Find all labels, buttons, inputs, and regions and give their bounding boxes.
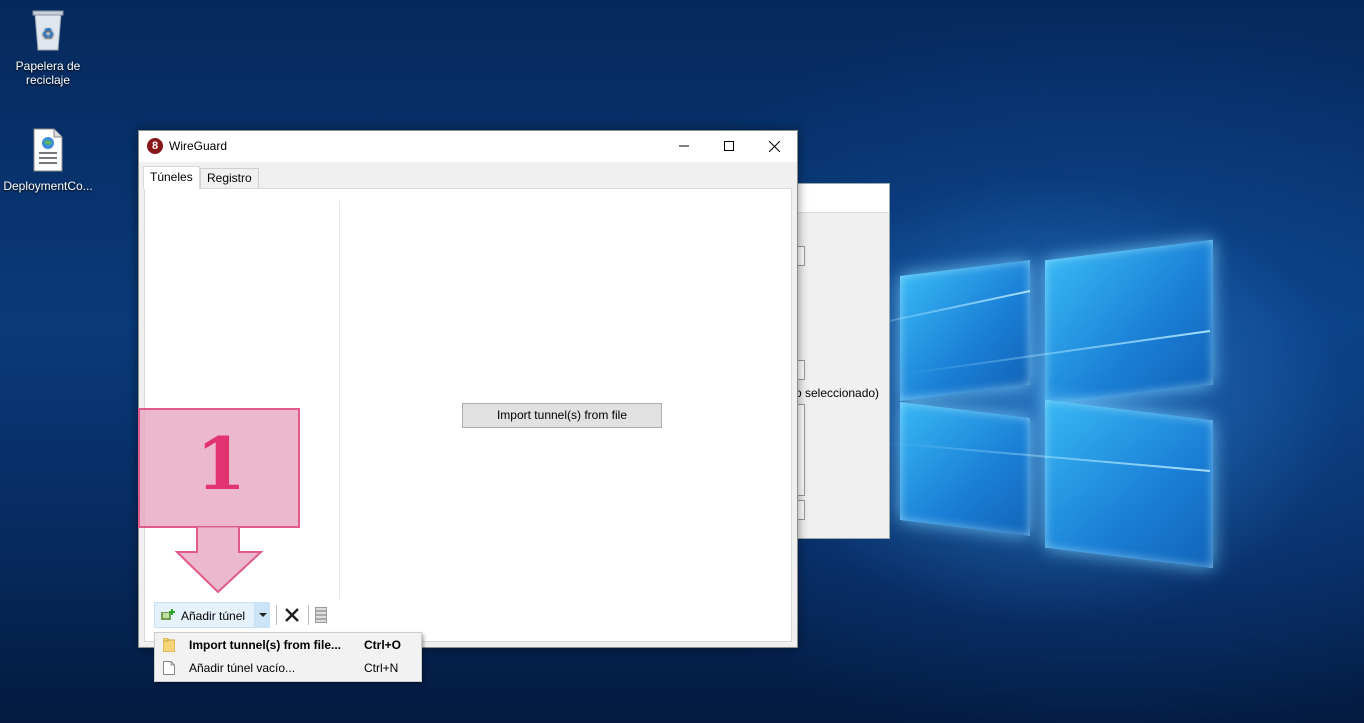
add-tunnel-dropdown-menu: Import tunnel(s) from file... Ctrl+O Aña… [154, 632, 422, 682]
menu-item-label: Import tunnel(s) from file... [189, 638, 341, 652]
toolbar-separator [308, 605, 309, 625]
document-icon [163, 661, 175, 675]
menu-item-shortcut: Ctrl+N [364, 661, 399, 675]
toolbar-separator [276, 605, 277, 625]
recycle-bin-label: Papelera de reciclaje [15, 59, 81, 87]
maximize-icon [724, 141, 734, 151]
xml-document-icon [0, 128, 96, 175]
x-icon [285, 608, 299, 622]
trash-icon: ♻ [0, 8, 96, 55]
delete-tunnel-button[interactable] [281, 604, 303, 626]
background-window-titlebar [791, 184, 889, 213]
tab-log[interactable]: Registro [200, 168, 259, 188]
deployment-file-icon[interactable]: DeploymentCo... [0, 128, 96, 193]
down-arrow-icon [175, 526, 264, 594]
add-tunnel-label: Añadir túnel [181, 609, 246, 623]
wireguard-logo-icon: 8 [147, 138, 163, 154]
close-button[interactable] [751, 131, 797, 161]
menu-item-label: Añadir túnel vacío... [189, 661, 296, 675]
minimize-icon [679, 145, 689, 147]
export-zip-button[interactable] [315, 607, 327, 623]
svg-text:♻: ♻ [42, 26, 55, 42]
close-icon [768, 140, 780, 152]
background-window-text: o seleccionado) [795, 386, 880, 400]
add-tunnel-button[interactable]: Añadir túnel [154, 602, 270, 628]
minimize-button[interactable] [661, 131, 707, 161]
background-window[interactable]: o seleccionado) [790, 183, 890, 539]
folder-icon [163, 638, 175, 652]
add-tunnel-icon [161, 609, 175, 620]
deployment-file-label: DeploymentCo... [3, 179, 93, 193]
add-tunnel-dropdown-button[interactable] [254, 602, 270, 628]
title-bar[interactable]: 8 WireGuard [139, 131, 797, 162]
tab-tunnels[interactable]: Túneles [143, 166, 200, 189]
menu-item-import-from-file[interactable]: Import tunnel(s) from file... Ctrl+O [155, 634, 421, 656]
step-annotation-box: 1 [138, 408, 300, 528]
import-tunnel-button[interactable]: Import tunnel(s) from file [462, 403, 662, 428]
menu-item-shortcut: Ctrl+O [364, 638, 402, 652]
menu-item-add-empty-tunnel[interactable]: Añadir túnel vacío... Ctrl+N [155, 657, 421, 679]
maximize-button[interactable] [706, 131, 752, 161]
window-title: WireGuard [169, 139, 228, 153]
step-number: 1 [195, 421, 247, 506]
recycle-bin-icon[interactable]: ♻ Papelera de reciclaje [0, 8, 96, 87]
chevron-down-icon [258, 612, 267, 617]
